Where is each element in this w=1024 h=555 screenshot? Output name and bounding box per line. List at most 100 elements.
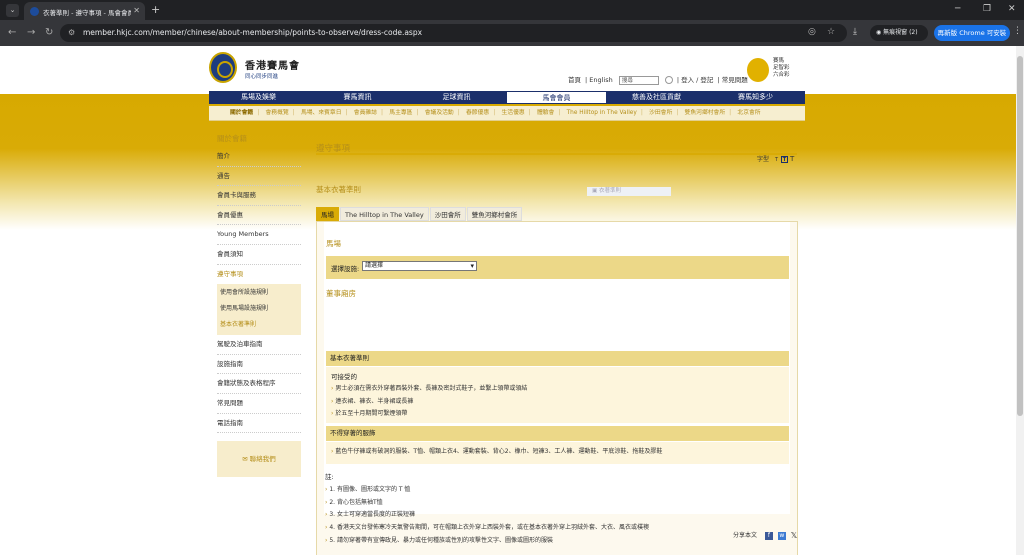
- sidebar-sub-club-rules[interactable]: 使用會所設施規則: [220, 285, 301, 301]
- menu-icon[interactable]: ⋮: [1013, 26, 1022, 36]
- racing-link[interactable]: 賽馬: [773, 58, 790, 65]
- sidebar-item-intro[interactable]: 簡介: [217, 147, 301, 167]
- scrollbar-thumb[interactable]: [1017, 56, 1023, 416]
- tab-racecourse[interactable]: 馬場: [316, 207, 339, 221]
- basic-dress-header: 基本衣著準則: [326, 351, 789, 366]
- subnav-hilltop[interactable]: The Hilltop in The Valley: [567, 110, 637, 116]
- list-item: 於五至十月期間可繫煙領帶: [326, 408, 789, 421]
- boxes-subtitle: 董事廂房: [326, 289, 356, 298]
- address-bar[interactable]: ⚙ member.hkjc.com/member/chinese/about-m…: [60, 24, 847, 42]
- subnav-racecourse[interactable]: 馬場、來賓章日: [301, 110, 342, 116]
- search-input[interactable]: 搜尋: [618, 75, 659, 85]
- subnav-magazine[interactable]: 會員雜誌: [354, 110, 377, 116]
- minimize-icon[interactable]: ─: [955, 4, 960, 14]
- sidebar-item-driving[interactable]: 駕駛及泊車指南: [217, 335, 301, 355]
- incognito-profile-button[interactable]: ◉ 無痕視窗 (2): [870, 25, 928, 41]
- english-link[interactable]: English: [589, 76, 612, 84]
- facebook-icon[interactable]: f: [764, 531, 773, 540]
- nav-charity[interactable]: 慈善及社區貢獻: [607, 91, 706, 104]
- sidebar-item-guide[interactable]: 會員須知: [217, 245, 301, 265]
- subnav-events[interactable]: 會議及活動: [425, 110, 454, 116]
- hkjc-logo-icon[interactable]: [209, 52, 237, 83]
- font-medium-button[interactable]: T: [781, 156, 788, 163]
- sidebar-sub-dress-code[interactable]: 基本衣著準則: [220, 317, 301, 333]
- download-icon[interactable]: ⤓: [853, 27, 857, 37]
- main-nav: 馬場及娛樂 賽馬資訊 足球資訊 馬會會員 慈善及社區貢獻 賽馬知多少: [209, 91, 805, 104]
- forward-icon[interactable]: →: [27, 27, 35, 38]
- acceptable-heading: 可接受的: [331, 373, 357, 381]
- wagering-links: 賽馬 足智彩 六合彩: [773, 58, 790, 79]
- bookmark-star-icon[interactable]: ☆: [827, 27, 835, 37]
- sidebar-sub-racecourse-rules[interactable]: 使用馬場設施規則: [220, 301, 301, 317]
- sidebar-item-notices[interactable]: 通告: [217, 167, 301, 187]
- home-link[interactable]: 首頁: [568, 76, 581, 84]
- nav-membership[interactable]: 馬會會員: [506, 91, 607, 104]
- sidebar-item-faq[interactable]: 常見問題: [217, 394, 301, 414]
- hkjc-favicon-icon: [30, 7, 39, 16]
- site-info-icon[interactable]: ⚙: [68, 28, 75, 37]
- subnav-lifestyle[interactable]: 生活優惠: [501, 110, 524, 116]
- logo-title[interactable]: 香港賽馬會: [245, 57, 300, 72]
- note-item: 1. 有圖像、圖形或文字的 T 恤: [325, 484, 788, 497]
- marksix-link[interactable]: 六合彩: [773, 72, 790, 79]
- eye-off-icon[interactable]: ◎: [808, 27, 816, 37]
- nav-football-info[interactable]: 足球資訊: [407, 91, 506, 104]
- tab-beas-river[interactable]: 雙魚河鄉村會所: [466, 207, 523, 221]
- list-item: 男士必須在需衣外穿著西裝外套、長褲及密封式鞋子，並繫上領帶或領結: [326, 383, 789, 396]
- reload-icon[interactable]: ↻: [45, 27, 53, 38]
- browser-toolbar: ← → ↻ ⚙ member.hkjc.com/member/chinese/a…: [0, 20, 1024, 46]
- mail-icon: ✉: [242, 455, 250, 464]
- contact-label: 聯絡我們: [249, 455, 276, 464]
- update-chrome-button[interactable]: 再新版 Chrome 可安裝: [934, 25, 1010, 41]
- football-link[interactable]: 足智彩: [773, 65, 790, 72]
- close-window-icon[interactable]: ✕: [1008, 4, 1016, 14]
- sidebar-item-card[interactable]: 會員卡與服務: [217, 186, 301, 206]
- page-scrollbar[interactable]: [1016, 46, 1024, 555]
- subnav-beas-river[interactable]: 雙魚河鄉村會所: [685, 110, 726, 116]
- tab-search-button[interactable]: ⌄: [6, 4, 19, 17]
- sidebar-item-young[interactable]: Young Members: [217, 225, 301, 245]
- sidebar-item-points-to-observe[interactable]: 遵守事項: [217, 265, 301, 285]
- nav-racing-info[interactable]: 賽馬資訊: [308, 91, 407, 104]
- contact-us-button[interactable]: ✉ 聯絡我們: [217, 441, 301, 478]
- weibo-icon[interactable]: w: [777, 531, 786, 540]
- facility-select-row: 選擇設施: 請選擇: [326, 256, 789, 279]
- close-tab-icon[interactable]: ✕: [133, 6, 140, 15]
- faded-tooltip-icon: ▣: [592, 188, 599, 194]
- main-content: 遵守事項: [316, 133, 797, 155]
- new-tab-button[interactable]: +: [151, 3, 160, 16]
- search-go-icon[interactable]: [664, 76, 673, 84]
- faq-link[interactable]: 常見問題: [722, 76, 748, 84]
- restore-icon[interactable]: ❐: [983, 4, 991, 14]
- url-text[interactable]: member.hkjc.com/member/chinese/about-mem…: [83, 28, 422, 37]
- login-link[interactable]: 登入 / 登記: [681, 76, 713, 84]
- sidebar-item-phone[interactable]: 電話指南: [217, 414, 301, 434]
- sidebar-item-status[interactable]: 會籍狀態及表格程序: [217, 374, 301, 394]
- sidebar-item-facilities[interactable]: 設施指南: [217, 355, 301, 375]
- logo-subtitle: 同心同步同進: [245, 74, 279, 80]
- tab-hilltop[interactable]: The Hilltop in The Valley: [340, 207, 429, 221]
- section-title: 基本衣著準則: [316, 185, 361, 194]
- browser-tab-bar: ⌄ 衣著準則 - 遵守事項 - 馬會會員 ✕ + ─ ❐ ✕: [0, 0, 1024, 20]
- x-twitter-icon[interactable]: 𝕏: [791, 531, 797, 540]
- sidebar-heading[interactable]: 關於會籍: [217, 133, 301, 147]
- font-small-button[interactable]: T: [775, 157, 778, 163]
- browser-tab[interactable]: 衣著準則 - 遵守事項 - 馬會會員 ✕: [24, 2, 145, 20]
- wagering-badge-icon[interactable]: [747, 58, 769, 82]
- facility-select[interactable]: 請選擇: [362, 261, 477, 271]
- sidebar-item-privileges[interactable]: 會員優惠: [217, 206, 301, 226]
- subnav-cny[interactable]: 春節優惠: [466, 110, 489, 116]
- subnav-beijing[interactable]: 北京會所: [737, 110, 760, 116]
- subnav-experience[interactable]: 體驗會: [537, 110, 554, 116]
- tab-shatin[interactable]: 沙田會所: [429, 207, 466, 221]
- nav-racing-entertainment[interactable]: 馬場及娛樂: [209, 91, 308, 104]
- back-icon[interactable]: ←: [8, 27, 16, 38]
- subnav-about[interactable]: 關於會籍: [230, 110, 253, 116]
- top-links: 首頁 | English 搜尋 | 登入 / 登記 | 常見問題: [568, 75, 748, 85]
- font-large-button[interactable]: T: [790, 155, 794, 163]
- subnav-owners[interactable]: 馬主專區: [389, 110, 412, 116]
- subnav-shatin[interactable]: 沙田會所: [649, 110, 672, 116]
- subnav-overview[interactable]: 會務概覽: [265, 110, 288, 116]
- tab-title: 衣著準則 - 遵守事項 - 馬會會員: [43, 9, 131, 16]
- nav-racing-knowledge[interactable]: 賽馬知多少: [706, 91, 805, 104]
